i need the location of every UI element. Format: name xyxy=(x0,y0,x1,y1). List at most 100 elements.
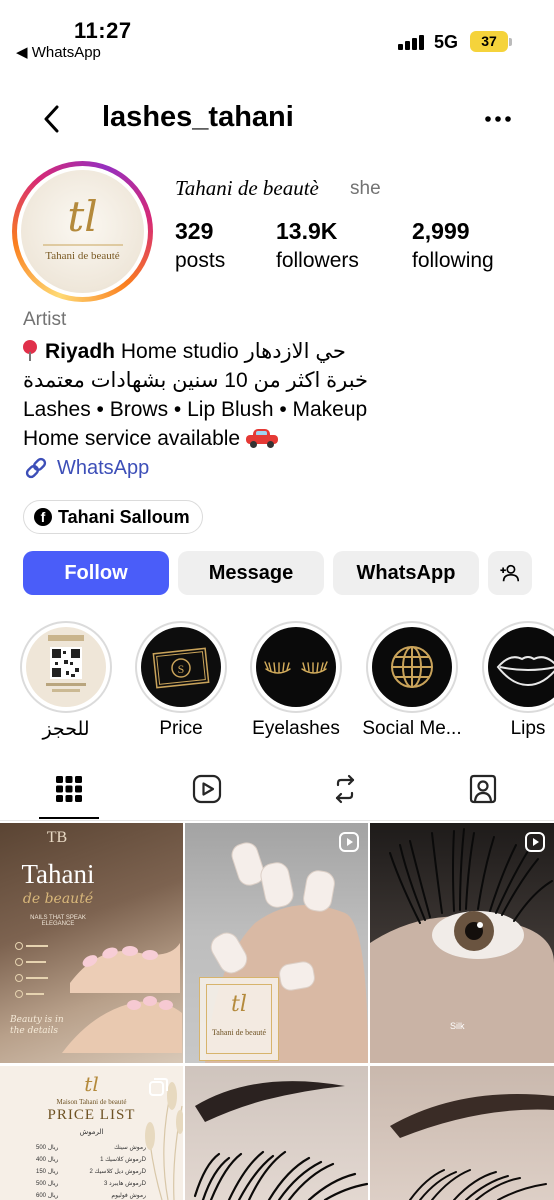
highlight-label: Lips xyxy=(510,718,546,739)
stat-following[interactable]: 2,999 following xyxy=(412,218,494,273)
highlight-price[interactable]: S Price xyxy=(135,621,227,739)
tab-tagged[interactable] xyxy=(414,765,552,819)
post-logo-card: tl Tahani de beauté xyxy=(199,977,279,1061)
tagged-person-icon xyxy=(469,774,497,804)
stat-posts-label: posts xyxy=(175,249,226,272)
post-tile[interactable]: tl Tahani de beauté xyxy=(185,823,368,1063)
tabs-divider xyxy=(0,820,554,821)
post-tile[interactable] xyxy=(185,1066,368,1200)
post-brand: Tahani de beauté xyxy=(211,1028,267,1037)
bio-line-location: Riyadh Home studio حي الازدهار xyxy=(23,337,543,366)
message-button[interactable]: Message xyxy=(178,551,324,595)
post-monogram: TB xyxy=(46,829,68,846)
price-row: 600 ريال رموش فوليوم xyxy=(36,1193,146,1199)
post-tagline: Beauty is in the details xyxy=(10,1015,64,1036)
brows-lashes-photo xyxy=(390,1094,554,1200)
price-list-heading: PRICE LIST xyxy=(47,1107,136,1123)
pin-icon xyxy=(23,340,37,361)
stat-followers-label: followers xyxy=(276,249,359,272)
avatar-monogram: tl xyxy=(67,192,98,241)
highlight-lips[interactable]: Lips xyxy=(482,621,554,739)
status-bar: 11:27 ◀ WhatsApp 5G 37 xyxy=(0,0,554,70)
bio-line-services: Lashes • Brows • Lip Blush • Makeup xyxy=(23,398,368,421)
battery-tip xyxy=(509,38,512,46)
reels-icon xyxy=(192,774,222,804)
facebook-profile-pill[interactable]: f Tahani Salloum xyxy=(23,500,203,534)
bio-line-experience: خبرة اكثر من 10 سنين بشهادات معتمدة xyxy=(23,369,369,392)
profile-header: lashes_tahani xyxy=(0,92,554,148)
highlight-social-media[interactable]: Social Me... xyxy=(362,621,462,739)
bio-line4-text: Home service available xyxy=(23,427,241,450)
price-row: 500 ريال رموش هايبرد 3D xyxy=(36,1181,146,1187)
facebook-icon: f xyxy=(34,508,52,526)
chevron-left-icon[interactable] xyxy=(38,104,68,134)
post-title: Tahani xyxy=(21,859,95,889)
profile-username: lashes_tahani xyxy=(102,101,294,133)
reel-badge-icon xyxy=(525,832,545,852)
follow-button[interactable]: Follow xyxy=(23,551,169,595)
reel-badge-icon xyxy=(339,832,359,852)
more-horizontal-icon[interactable] xyxy=(482,104,514,134)
active-tab-indicator xyxy=(39,817,99,819)
status-time: 11:27 xyxy=(74,18,132,43)
price-list: 500 ريال رموش سينك 400 ريال رموش كلاسيك 1D… xyxy=(36,1142,146,1200)
card-icon: S xyxy=(141,627,221,707)
stat-following-count: 2,999 xyxy=(412,218,470,244)
link-icon xyxy=(25,457,47,479)
whatsapp-button[interactable]: WhatsApp xyxy=(333,551,479,595)
tab-reels[interactable] xyxy=(138,765,276,819)
price-row: 400 ريال رموش كلاسيك 1D xyxy=(36,1157,146,1163)
post-caption: Silk xyxy=(450,1021,465,1031)
bio-line1-text: Home studio حي الازدهار xyxy=(115,340,346,363)
stat-followers-count: 13.9K xyxy=(276,218,338,244)
bio-link-label: WhatsApp xyxy=(57,456,150,479)
post-monogram: tl xyxy=(231,992,247,1017)
facebook-pill-label: Tahani Salloum xyxy=(58,506,190,527)
post-tile[interactable] xyxy=(370,1066,554,1200)
stat-following-label: following xyxy=(412,249,494,272)
carousel-badge-icon xyxy=(149,1078,168,1096)
qr-code-icon xyxy=(26,627,106,707)
post-tile[interactable]: Silk xyxy=(370,823,554,1063)
stat-posts[interactable]: 329 posts xyxy=(175,218,225,273)
price-list-section: الرموش xyxy=(79,1129,104,1136)
hand-illustration xyxy=(62,996,182,1053)
car-icon xyxy=(246,429,279,448)
battery-icon: 37 xyxy=(470,31,508,52)
brows-photo xyxy=(193,1081,368,1200)
bio-city[interactable]: Riyadh xyxy=(45,340,115,363)
avatar-story-ring[interactable]: tl Tahani de beauté xyxy=(12,161,153,302)
post-brand: Maison Tahani de beauté xyxy=(56,1098,127,1106)
post-tile[interactable]: tl Maison Tahani de beauté PRICE LIST ال… xyxy=(0,1066,183,1200)
add-person-icon xyxy=(500,564,520,582)
highlight-eyelashes[interactable]: Eyelashes xyxy=(250,621,342,739)
post-tile[interactable]: TB Tahani de beauté NAILS THAT SPEAK ELE… xyxy=(0,823,183,1063)
bio-line-home-service: Home service available xyxy=(23,424,543,453)
post-title-script: de beauté xyxy=(22,891,94,907)
globe-icon xyxy=(372,627,452,707)
svg-text:S: S xyxy=(178,662,185,676)
back-to-app-link[interactable]: ◀ WhatsApp xyxy=(16,43,101,61)
feature-list xyxy=(15,942,48,998)
highlight-booking[interactable]: للحجز xyxy=(20,621,112,740)
network-type: 5G xyxy=(434,32,459,52)
avatar-brand-text: Tahani de beauté xyxy=(45,250,120,262)
bio-link[interactable]: WhatsApp xyxy=(23,455,149,481)
grid-icon xyxy=(56,776,82,802)
tab-grid[interactable] xyxy=(0,765,138,819)
pronouns: she xyxy=(350,178,381,199)
display-name: Tahani de beautè xyxy=(175,176,319,200)
suggest-accounts-button[interactable] xyxy=(488,551,532,595)
price-row: 150 ريال رموش ديل كلاسيك 2D xyxy=(36,1169,146,1175)
avatar: tl Tahani de beauté xyxy=(21,170,144,293)
stat-followers[interactable]: 13.9K followers xyxy=(276,218,359,273)
profile-category: Artist xyxy=(23,309,67,330)
repost-icon xyxy=(335,774,355,804)
signal-strength-icon xyxy=(398,34,426,50)
profile-tabs xyxy=(0,765,554,821)
price-row: 500 ريال رموش سينك xyxy=(36,1145,146,1151)
lips-icon xyxy=(488,627,554,707)
stat-posts-count: 329 xyxy=(175,218,214,244)
lashes-icon xyxy=(256,627,336,707)
tab-reposts[interactable] xyxy=(276,765,414,819)
